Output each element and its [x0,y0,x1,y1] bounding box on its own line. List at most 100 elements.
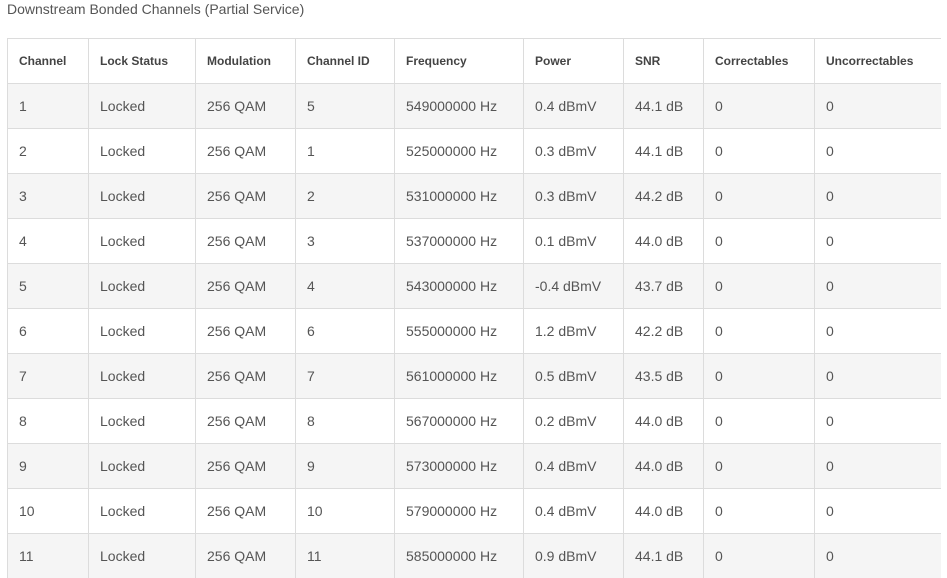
modulation-cell: 256 QAM [195,308,296,354]
power-cell: 0.3 dBmV [523,128,624,174]
snr-cell: 43.7 dB [623,263,704,309]
power-cell: 0.5 dBmV [523,353,624,399]
channel-id-cell: 8 [295,398,395,444]
column-header-modulation: Modulation [195,38,296,84]
table-row: 2 Locked 256 QAM 1 525000000 Hz 0.3 dBmV 44.1 … [7,128,941,174]
downstream-channels-table-container: Channel Lock Status Modulation Channel I… [7,38,941,578]
correctables-cell: 0 [703,353,815,399]
frequency-cell: 567000000 Hz [394,398,524,444]
channel-id-cell: 10 [295,488,395,534]
snr-cell: 42.2 dB [623,308,704,354]
table-row: 1 Locked 256 QAM 5 549000000 Hz 0.4 dBmV 44.1 … [7,83,941,129]
modulation-cell: 256 QAM [195,353,296,399]
frequency-cell: 537000000 Hz [394,218,524,264]
uncorrectables-cell: 0 [814,353,941,399]
power-cell: 0.1 dBmV [523,218,624,264]
frequency-cell: 561000000 Hz [394,353,524,399]
frequency-cell: 573000000 Hz [394,443,524,489]
frequency-cell: 585000000 Hz [394,533,524,578]
lock-status-cell: Locked [88,308,196,354]
table-row: 5 Locked 256 QAM 4 543000000 Hz -0.4 dBmV 43.7… [7,263,941,309]
correctables-cell: 0 [703,443,815,489]
correctables-cell: 0 [703,533,815,578]
power-cell: -0.4 dBmV [523,263,624,309]
table-body: 1 Locked 256 QAM 5 549000000 Hz 0.4 dBmV 44.1 … [7,83,941,578]
uncorrectables-cell: 0 [814,263,941,309]
frequency-cell: 555000000 Hz [394,308,524,354]
uncorrectables-cell: 0 [814,443,941,489]
channel-id-cell: 4 [295,263,395,309]
channel-id-cell: 5 [295,83,395,129]
channel-cell: 2 [7,128,89,174]
lock-status-cell: Locked [88,263,196,309]
frequency-cell: 531000000 Hz [394,173,524,219]
header-row: Channel Lock Status Modulation Channel I… [7,38,941,84]
lock-status-cell: Locked [88,173,196,219]
correctables-cell: 0 [703,398,815,444]
channel-id-cell: 7 [295,353,395,399]
snr-cell: 44.1 dB [623,128,704,174]
uncorrectables-cell: 0 [814,218,941,264]
power-cell: 0.4 dBmV [523,488,624,534]
lock-status-cell: Locked [88,83,196,129]
snr-cell: 44.2 dB [623,173,704,219]
snr-cell: 44.0 dB [623,443,704,489]
table-row: 4 Locked 256 QAM 3 537000000 Hz 0.1 dBmV 44.0 … [7,218,941,264]
table-row: 9 Locked 256 QAM 9 573000000 Hz 0.4 dBmV 44.0 … [7,443,941,489]
downstream-channels-table: Channel Lock Status Modulation Channel I… [7,38,941,578]
column-header-snr: SNR [623,38,704,84]
power-cell: 0.4 dBmV [523,443,624,489]
snr-cell: 44.1 dB [623,83,704,129]
channel-cell: 10 [7,488,89,534]
column-header-power: Power [523,38,624,84]
lock-status-cell: Locked [88,398,196,444]
channel-cell: 5 [7,263,89,309]
column-header-channel-id: Channel ID [295,38,395,84]
column-header-frequency: Frequency [394,38,524,84]
snr-cell: 44.0 dB [623,488,704,534]
frequency-cell: 525000000 Hz [394,128,524,174]
power-cell: 0.4 dBmV [523,83,624,129]
uncorrectables-cell: 0 [814,398,941,444]
frequency-cell: 543000000 Hz [394,263,524,309]
modulation-cell: 256 QAM [195,173,296,219]
modulation-cell: 256 QAM [195,83,296,129]
channel-id-cell: 9 [295,443,395,489]
table-caption: Downstream Bonded Channels (Partial Serv… [7,1,305,17]
lock-status-cell: Locked [88,533,196,578]
channel-cell: 7 [7,353,89,399]
correctables-cell: 0 [703,83,815,129]
modulation-cell: 256 QAM [195,533,296,578]
channel-cell: 3 [7,173,89,219]
channel-cell: 9 [7,443,89,489]
table-row: 7 Locked 256 QAM 7 561000000 Hz 0.5 dBmV 43.5 … [7,353,941,399]
modulation-cell: 256 QAM [195,263,296,309]
modulation-cell: 256 QAM [195,443,296,489]
column-header-lock-status: Lock Status [88,38,196,84]
snr-cell: 44.1 dB [623,533,704,578]
modulation-cell: 256 QAM [195,398,296,444]
uncorrectables-cell: 0 [814,488,941,534]
lock-status-cell: Locked [88,488,196,534]
column-header-uncorrectables: Uncorrectables [814,38,941,84]
lock-status-cell: Locked [88,128,196,174]
lock-status-cell: Locked [88,353,196,399]
snr-cell: 43.5 dB [623,353,704,399]
correctables-cell: 0 [703,128,815,174]
channel-cell: 4 [7,218,89,264]
correctables-cell: 0 [703,263,815,309]
modulation-cell: 256 QAM [195,218,296,264]
column-header-correctables: Correctables [703,38,815,84]
channel-cell: 1 [7,83,89,129]
channel-cell: 6 [7,308,89,354]
modulation-cell: 256 QAM [195,128,296,174]
column-header-channel: Channel [7,38,89,84]
correctables-cell: 0 [703,173,815,219]
uncorrectables-cell: 0 [814,83,941,129]
channel-id-cell: 2 [295,173,395,219]
lock-status-cell: Locked [88,218,196,264]
uncorrectables-cell: 0 [814,533,941,578]
channel-id-cell: 6 [295,308,395,354]
channel-id-cell: 3 [295,218,395,264]
channel-cell: 11 [7,533,89,578]
